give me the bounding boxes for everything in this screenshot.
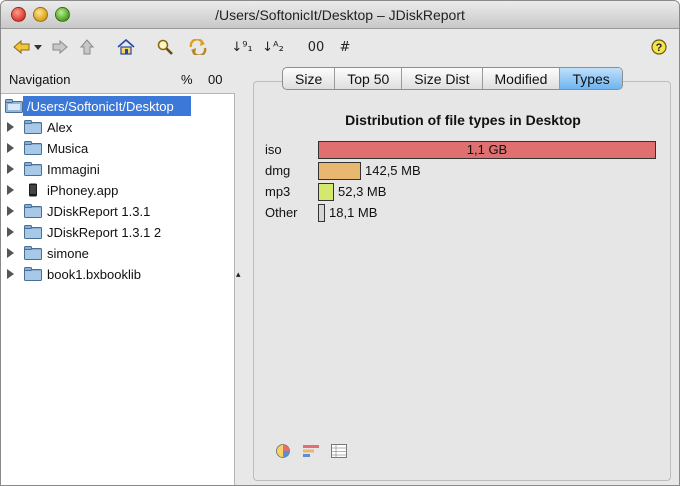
phone-icon bbox=[29, 183, 37, 197]
percent-toggle[interactable]: % bbox=[181, 72, 193, 87]
pie-chart-icon[interactable] bbox=[274, 443, 292, 459]
bar-row: iso 1,1 GB bbox=[254, 140, 672, 161]
back-arrow-icon bbox=[13, 40, 42, 54]
bar-row: dmg 142,5 MB bbox=[254, 161, 672, 182]
tree-item-label: simone bbox=[47, 245, 89, 261]
tree-item[interactable]: Alex bbox=[1, 117, 235, 137]
navigation-header: Navigation % 00 bbox=[1, 67, 235, 93]
expand-triangle-icon[interactable] bbox=[7, 206, 14, 216]
tree-item-label: iPhoney.app bbox=[47, 182, 119, 198]
expand-triangle-icon[interactable] bbox=[7, 248, 14, 258]
navigation-title: Navigation bbox=[9, 72, 71, 87]
tree-item[interactable]: JDiskReport 1.3.1 2 bbox=[1, 222, 235, 242]
splitter-collapse-handle[interactable]: ▴ bbox=[236, 269, 241, 280]
tree-item[interactable]: JDiskReport 1.3.1 bbox=[1, 201, 235, 221]
tree-item[interactable]: book1.bxbooklib bbox=[1, 264, 235, 284]
expand-triangle-icon[interactable] bbox=[7, 185, 14, 195]
forward-arrow-icon bbox=[52, 40, 68, 54]
sort-by-size-button[interactable]: ↓⁹₁ bbox=[231, 37, 252, 57]
toolbar: ↓⁹₁ ↓ᴬ₂ 00 # ? bbox=[1, 29, 679, 65]
sort-by-name-button[interactable]: ↓ᴬ₂ bbox=[262, 37, 284, 57]
folder-icon bbox=[24, 120, 42, 134]
help-icon: ? bbox=[651, 39, 667, 55]
expand-triangle-icon[interactable] bbox=[7, 122, 14, 132]
home-button[interactable] bbox=[117, 37, 135, 57]
chart-title: Distribution of file types in Desktop bbox=[345, 112, 581, 128]
bar-value-label: 52,3 MB bbox=[338, 184, 387, 199]
home-icon bbox=[117, 39, 135, 55]
help-button[interactable]: ? bbox=[650, 37, 668, 57]
tree-item-label: JDiskReport 1.3.1 bbox=[47, 203, 151, 219]
app-window: /Users/SoftonicIt/Desktop – JDiskReport bbox=[0, 0, 680, 486]
table-icon[interactable] bbox=[330, 443, 348, 459]
view-tabs: Size Top 50 Size Dist Modified Types bbox=[282, 67, 623, 90]
tab-types[interactable]: Types bbox=[560, 68, 622, 89]
folder-icon bbox=[24, 267, 42, 281]
tree-item-label: book1.bxbooklib bbox=[47, 266, 141, 282]
folder-icon bbox=[24, 141, 42, 155]
title-bar: /Users/SoftonicIt/Desktop – JDiskReport bbox=[1, 1, 679, 29]
bar-row: mp3 52,3 MB bbox=[254, 182, 672, 203]
bar-value-label: 18,1 MB bbox=[329, 205, 378, 220]
tab-size-dist[interactable]: Size Dist bbox=[402, 68, 483, 89]
tree-root-item[interactable]: /Users/SoftonicIt/Desktop bbox=[1, 96, 235, 116]
navigation-tree: /Users/SoftonicIt/Desktop Alex Musica Imma… bbox=[1, 93, 235, 485]
types-bar-chart: iso 1,1 GB dmg 142,5 MB mp3 52,3 MB Other 18,1 … bbox=[254, 140, 672, 230]
folder-icon bbox=[24, 246, 42, 260]
bar-mp3[interactable] bbox=[318, 183, 334, 201]
expand-triangle-icon[interactable] bbox=[7, 227, 14, 237]
bar-category-label: mp3 bbox=[265, 184, 291, 199]
up-button[interactable] bbox=[79, 37, 95, 57]
folder-icon bbox=[24, 204, 42, 218]
tree-item-label: Immagini bbox=[47, 161, 100, 177]
tree-item[interactable]: Immagini bbox=[1, 159, 235, 179]
types-panel: Distribution of file types in Desktop is… bbox=[253, 81, 671, 481]
forward-button[interactable] bbox=[51, 37, 69, 57]
desktop-folder-icon bbox=[5, 99, 23, 113]
tree-item[interactable]: simone bbox=[1, 243, 235, 263]
view-oo-button[interactable]: 00 bbox=[306, 37, 326, 57]
view-count-button[interactable]: # bbox=[338, 37, 352, 57]
expand-triangle-icon[interactable] bbox=[7, 164, 14, 174]
bar-row: Other 18,1 MB bbox=[254, 203, 672, 224]
folder-icon bbox=[24, 162, 42, 176]
view-switcher bbox=[274, 443, 348, 459]
expand-triangle-icon[interactable] bbox=[7, 269, 14, 279]
magnifier-icon bbox=[157, 39, 173, 55]
search-button[interactable] bbox=[156, 37, 174, 57]
window-title: /Users/SoftonicIt/Desktop – JDiskReport bbox=[215, 7, 465, 23]
bar-value-label: 142,5 MB bbox=[365, 163, 421, 178]
bar-category-label: dmg bbox=[265, 163, 291, 178]
tab-top-50[interactable]: Top 50 bbox=[335, 68, 403, 89]
reload-button[interactable] bbox=[188, 37, 208, 57]
bar-category-label: iso bbox=[265, 142, 282, 157]
tree-item[interactable]: iPhoney.app bbox=[1, 180, 235, 200]
tree-item-label: Musica bbox=[47, 140, 89, 156]
up-arrow-icon bbox=[80, 39, 94, 55]
bar-dmg[interactable] bbox=[318, 162, 361, 180]
bar-category-label: Other bbox=[265, 205, 298, 220]
bar-other[interactable] bbox=[318, 204, 325, 222]
folder-icon bbox=[24, 225, 42, 239]
tree-item-label: Alex bbox=[47, 119, 73, 135]
tree-item-label: JDiskReport 1.3.1 2 bbox=[47, 224, 162, 240]
bar-chart-icon[interactable] bbox=[302, 443, 320, 459]
oo-toggle[interactable]: 00 bbox=[208, 72, 222, 87]
tab-modified[interactable]: Modified bbox=[483, 68, 561, 89]
reload-icon bbox=[189, 39, 207, 55]
back-button[interactable] bbox=[13, 37, 43, 57]
bar-value-label: 1,1 GB bbox=[466, 142, 508, 157]
tree-item[interactable]: Musica bbox=[1, 138, 235, 158]
expand-triangle-icon[interactable] bbox=[7, 143, 14, 153]
tab-size[interactable]: Size bbox=[283, 68, 336, 89]
tree-root-label: /Users/SoftonicIt/Desktop bbox=[27, 98, 174, 114]
svg-text:?: ? bbox=[656, 42, 663, 54]
